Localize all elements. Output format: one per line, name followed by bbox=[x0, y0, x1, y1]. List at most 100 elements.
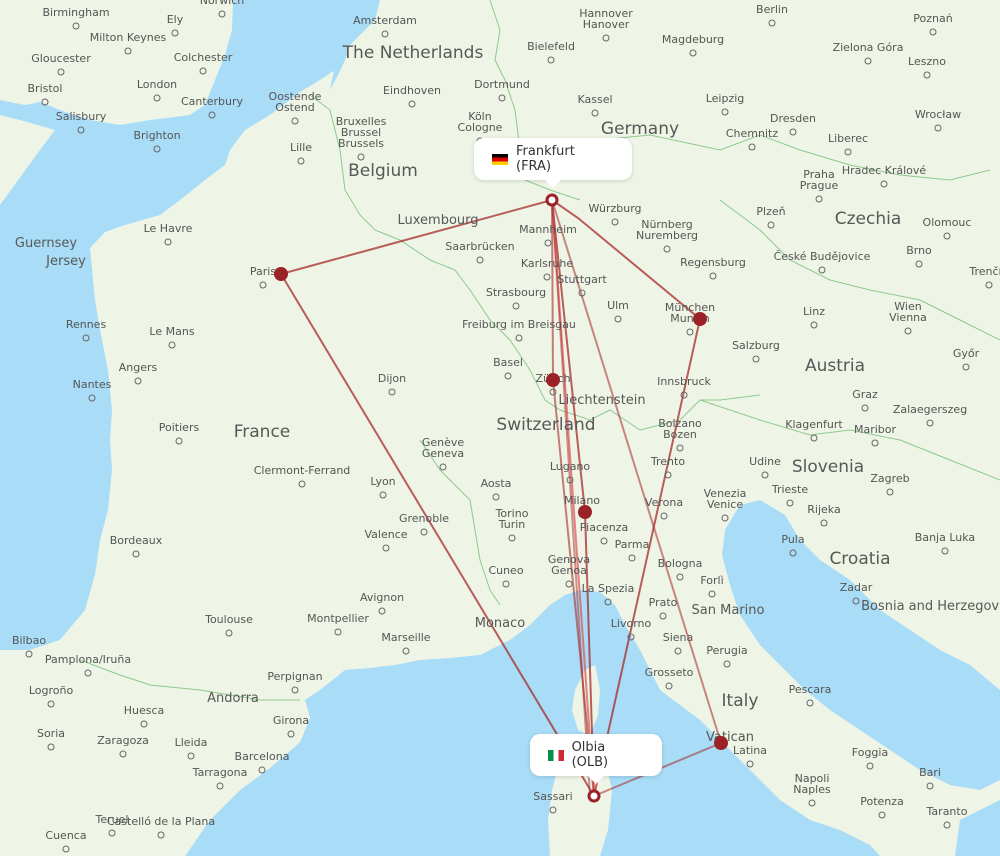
city-label: Pula bbox=[781, 533, 804, 546]
city-label: Canterbury bbox=[181, 95, 243, 108]
city-label: Le Havre bbox=[144, 222, 193, 235]
city-dot-icon bbox=[723, 660, 731, 668]
city-label: Eindhoven bbox=[383, 84, 441, 97]
city-dot-icon bbox=[628, 554, 636, 562]
city-label: Girona bbox=[273, 714, 309, 727]
city-dot-icon bbox=[746, 760, 754, 768]
destination-tooltip[interactable]: Olbia (OLB) bbox=[530, 734, 662, 784]
city-label: Graz bbox=[852, 388, 878, 401]
city-label: Perpignan bbox=[267, 670, 322, 683]
stopover-marker-paris[interactable] bbox=[274, 267, 288, 281]
city-label: Salzburg bbox=[732, 339, 780, 352]
city-dot-icon bbox=[820, 519, 828, 527]
city-label: Naples bbox=[793, 783, 831, 796]
country-label: Bosnia and Herzegovina bbox=[861, 599, 1000, 614]
city-dot-icon bbox=[761, 471, 769, 479]
stopover-marker-milan[interactable] bbox=[578, 505, 592, 519]
city-dot-icon bbox=[334, 628, 342, 636]
city-label: Bielefeld bbox=[527, 40, 575, 53]
city-dot-icon bbox=[502, 580, 510, 588]
city-label: Ely bbox=[167, 13, 184, 26]
city-label: Brussels bbox=[338, 137, 384, 150]
city-dot-icon bbox=[543, 273, 551, 281]
city-label: Huesca bbox=[124, 704, 165, 717]
city-label: Győr bbox=[953, 347, 980, 360]
city-label: Magdeburg bbox=[662, 33, 724, 46]
city-dot-icon bbox=[600, 537, 608, 545]
city-dot-icon bbox=[591, 109, 599, 117]
city-dot-icon bbox=[806, 699, 814, 707]
city-label: Pamplona/Iruña bbox=[45, 653, 131, 666]
city-label: Parma bbox=[615, 538, 650, 551]
city-label: Rijeka bbox=[807, 503, 840, 516]
city-label: Livorno bbox=[611, 617, 652, 630]
city-dot-icon bbox=[259, 281, 267, 289]
city-dot-icon bbox=[132, 550, 140, 558]
city-dot-icon bbox=[808, 799, 816, 807]
city-dot-icon bbox=[786, 499, 794, 507]
city-label: Geneva bbox=[422, 447, 464, 460]
city-label: Clermont-Ferrand bbox=[254, 464, 351, 477]
city-label: Hanover bbox=[583, 18, 630, 31]
city-dot-icon bbox=[498, 94, 506, 102]
city-dot-icon bbox=[886, 488, 894, 496]
city-dot-icon bbox=[388, 388, 396, 396]
stopover-marker-zurich[interactable] bbox=[546, 373, 560, 387]
stopover-marker-munich[interactable] bbox=[693, 312, 707, 326]
city-dot-icon bbox=[512, 302, 520, 310]
city-label: Hradec Králové bbox=[842, 164, 927, 177]
city-dot-icon bbox=[614, 315, 622, 323]
city-dot-icon bbox=[926, 419, 934, 427]
city-dot-icon bbox=[660, 512, 668, 520]
city-dot-icon bbox=[864, 57, 872, 65]
city-dot-icon bbox=[298, 480, 306, 488]
city-dot-icon bbox=[381, 30, 389, 38]
city-label: Salisbury bbox=[56, 110, 107, 123]
city-label: Würzburg bbox=[588, 202, 641, 215]
city-dot-icon bbox=[291, 117, 299, 125]
city-dot-icon bbox=[934, 124, 942, 132]
city-label: Freiburg im Breisgau bbox=[462, 318, 576, 331]
city-label: Valence bbox=[364, 528, 407, 541]
city-label: Kassel bbox=[577, 93, 612, 106]
city-label: Venice bbox=[707, 498, 744, 511]
city-dot-icon bbox=[611, 218, 619, 226]
stopover-marker-rome[interactable] bbox=[714, 736, 728, 750]
city-dot-icon bbox=[878, 811, 886, 819]
city-label: Plzeň bbox=[756, 205, 785, 218]
city-label: Strasbourg bbox=[486, 286, 546, 299]
city-dot-icon bbox=[844, 148, 852, 156]
city-label: Lille bbox=[290, 141, 312, 154]
origin-tooltip[interactable]: Frankfurt (FRA) bbox=[474, 138, 632, 188]
city-label: Leszno bbox=[908, 55, 946, 68]
city-dot-icon bbox=[408, 100, 416, 108]
city-label: Marseille bbox=[381, 631, 430, 644]
city-label: Chemnitz bbox=[726, 127, 778, 140]
route-map[interactable]: The Netherlands Belgium Luxembourg Germany C… bbox=[0, 0, 1000, 856]
country-label: Guernsey bbox=[15, 236, 77, 251]
city-label: Rennes bbox=[66, 318, 107, 331]
city-label: Lleida bbox=[175, 736, 208, 749]
city-label: Bordeaux bbox=[110, 534, 163, 547]
city-label: Poznań bbox=[913, 12, 952, 25]
city-label: Udine bbox=[749, 455, 781, 468]
city-dot-icon bbox=[515, 334, 523, 342]
city-label: Vienna bbox=[889, 311, 927, 324]
city-label: Zadar bbox=[840, 581, 873, 594]
germany-flag-icon bbox=[492, 153, 508, 165]
city-label: London bbox=[137, 78, 177, 91]
city-dot-icon bbox=[508, 534, 516, 542]
country-label: Austria bbox=[805, 356, 865, 376]
city-dot-icon bbox=[476, 256, 484, 264]
city-label: Logroño bbox=[29, 684, 74, 697]
city-dot-icon bbox=[544, 239, 552, 247]
city-label: Pescara bbox=[789, 683, 832, 696]
city-dot-icon bbox=[915, 260, 923, 268]
destination-marker[interactable] bbox=[587, 789, 601, 803]
city-label: Prato bbox=[649, 596, 678, 609]
city-label: Lyon bbox=[370, 475, 395, 488]
city-dot-icon bbox=[402, 647, 410, 655]
origin-marker[interactable] bbox=[545, 193, 559, 207]
city-label: Cuenca bbox=[45, 829, 86, 842]
city-dot-icon bbox=[665, 682, 673, 690]
